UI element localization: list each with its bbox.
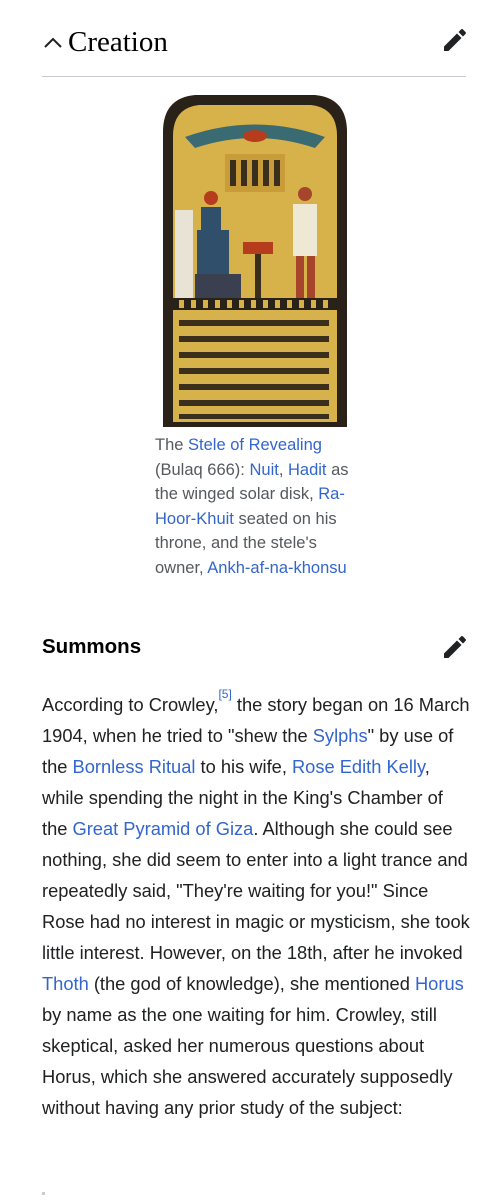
link-rose-edith-kelly[interactable]: Rose Edith Kelly <box>292 756 425 777</box>
link-great-pyramid-of-giza[interactable]: Great Pyramid of Giza <box>73 818 254 839</box>
reference-link[interactable]: [5] <box>218 687 231 701</box>
paragraph-text: by name as the one waiting for him. Crow… <box>42 1004 453 1119</box>
summons-paragraph: According to Crowley,[5] the story began… <box>42 684 472 1123</box>
pencil-icon[interactable] <box>440 27 468 55</box>
link-nuit[interactable]: Nuit <box>249 461 278 479</box>
section-creation-header[interactable]: Creation <box>42 18 466 77</box>
link-bornless-ritual[interactable]: Bornless Ritual <box>73 756 196 777</box>
link-ankh-af-na-khonsu[interactable]: Ankh-af-na-khonsu <box>207 559 346 577</box>
divider <box>42 1192 45 1195</box>
link-hadit[interactable]: Hadit <box>288 461 327 479</box>
stele-of-revealing-image[interactable] <box>155 92 355 427</box>
link-horus[interactable]: Horus <box>415 973 464 994</box>
pencil-icon[interactable] <box>440 634 468 662</box>
caption-text: , <box>278 460 288 479</box>
section-title-summons: Summons <box>42 635 142 658</box>
paragraph-text: . Although she could see nothing, she di… <box>42 818 470 964</box>
link-thoth[interactable]: Thoth <box>42 973 89 994</box>
chevron-up-icon[interactable] <box>42 34 64 52</box>
figure-caption: The Stele of Revealing (Bulaq 666): Nuit… <box>155 433 355 580</box>
section-title-creation: Creation <box>68 26 168 58</box>
stele-figure[interactable] <box>155 92 355 427</box>
paragraph-text: (the god of knowledge), she mentioned <box>88 973 415 995</box>
caption-text: (Bulaq 666): <box>155 460 250 479</box>
link-stele-of-revealing[interactable]: Stele of Revealing <box>188 436 322 454</box>
paragraph-text: According to Crowley, <box>42 694 219 716</box>
paragraph-text: to his wife, <box>195 756 292 778</box>
link-sylphs[interactable]: Sylphs <box>313 725 368 746</box>
caption-text: The <box>155 436 189 454</box>
